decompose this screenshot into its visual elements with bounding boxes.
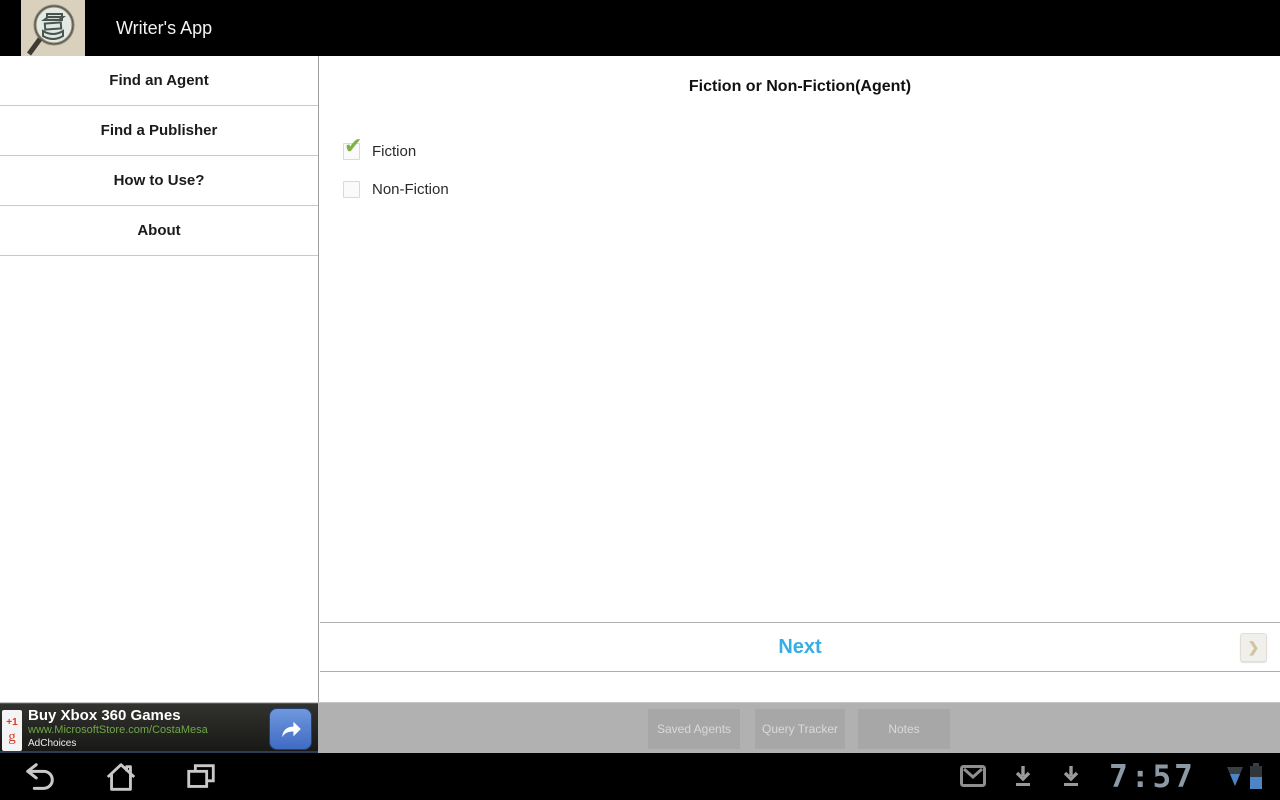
google-plus-one-badge[interactable]: +1 g: [2, 710, 22, 751]
main-panel: Fiction or Non-Fiction(Agent) ✔ Fiction …: [320, 56, 1280, 703]
sidebar-item-how-to-use[interactable]: How to Use?: [0, 156, 318, 206]
plus-one-label: +1: [6, 717, 17, 729]
app-title: Writer's App: [116, 0, 212, 56]
next-button[interactable]: Next: [778, 636, 821, 659]
notes-button[interactable]: Notes: [858, 709, 950, 749]
ad-headline[interactable]: Buy Xbox 360 Games: [28, 707, 208, 724]
app-logo-icon: [21, 0, 85, 56]
checkmark-icon: ✔: [344, 135, 362, 157]
app-header: Writer's App: [0, 0, 1280, 56]
option-label: Non-Fiction: [372, 181, 449, 198]
fiction-options-list: ✔ Fiction ✔ Non-Fiction: [343, 132, 1280, 208]
download-notification-icon[interactable]: [1012, 764, 1034, 788]
page-title: Fiction or Non-Fiction(Agent): [320, 78, 1280, 96]
sidebar-item-label: Find a Publisher: [101, 122, 218, 139]
option-checkbox-0[interactable]: ✔: [343, 143, 360, 160]
option-label: Fiction: [372, 143, 416, 160]
option-row-fiction[interactable]: ✔ Fiction: [343, 132, 1280, 170]
saved-agents-button[interactable]: Saved Agents: [648, 709, 740, 749]
query-tracker-button[interactable]: Query Tracker: [755, 709, 845, 749]
sidebar-item-label: How to Use?: [114, 172, 205, 189]
sidebar: Find an Agent Find a Publisher How to Us…: [0, 56, 319, 703]
ad-banner[interactable]: +1 g Buy Xbox 360 Games www.MicrosoftSto…: [0, 703, 318, 753]
app-screen: Writer's App Find an Agent Find a Publis…: [0, 0, 1280, 800]
sidebar-item-about[interactable]: About: [0, 206, 318, 256]
status-clock: 7:57: [1100, 759, 1205, 795]
gmail-notification-icon[interactable]: [960, 765, 986, 787]
option-row-non-fiction[interactable]: ✔ Non-Fiction: [343, 170, 1280, 208]
ad-share-button[interactable]: [269, 708, 312, 750]
option-checkbox-1[interactable]: ✔: [343, 181, 360, 198]
sidebar-item-label: Find an Agent: [109, 72, 208, 89]
share-arrow-icon: [278, 716, 304, 742]
next-chevron-button[interactable]: ❯: [1240, 633, 1267, 662]
battery-icon: [1248, 762, 1264, 790]
back-icon[interactable]: [23, 760, 57, 794]
ad-url[interactable]: www.MicrosoftStore.com/CostaMesa: [28, 724, 208, 737]
sidebar-item-find-agent[interactable]: Find an Agent: [0, 56, 318, 106]
ad-text-block: Buy Xbox 360 Games www.MicrosoftStore.co…: [28, 707, 208, 750]
sidebar-item-label: About: [137, 222, 180, 239]
recent-apps-icon[interactable]: [184, 760, 218, 794]
google-g-icon: g: [8, 729, 16, 745]
next-row: Next ❯: [320, 622, 1280, 672]
wifi-icon: [1226, 766, 1244, 788]
sidebar-item-find-publisher[interactable]: Find a Publisher: [0, 106, 318, 156]
system-bar: 7:57: [0, 753, 1280, 800]
download-notification-icon[interactable]: [1060, 764, 1082, 788]
adchoices-link[interactable]: AdChoices: [28, 737, 208, 750]
home-icon[interactable]: [104, 760, 138, 794]
chevron-right-icon: ❯: [1248, 639, 1260, 656]
